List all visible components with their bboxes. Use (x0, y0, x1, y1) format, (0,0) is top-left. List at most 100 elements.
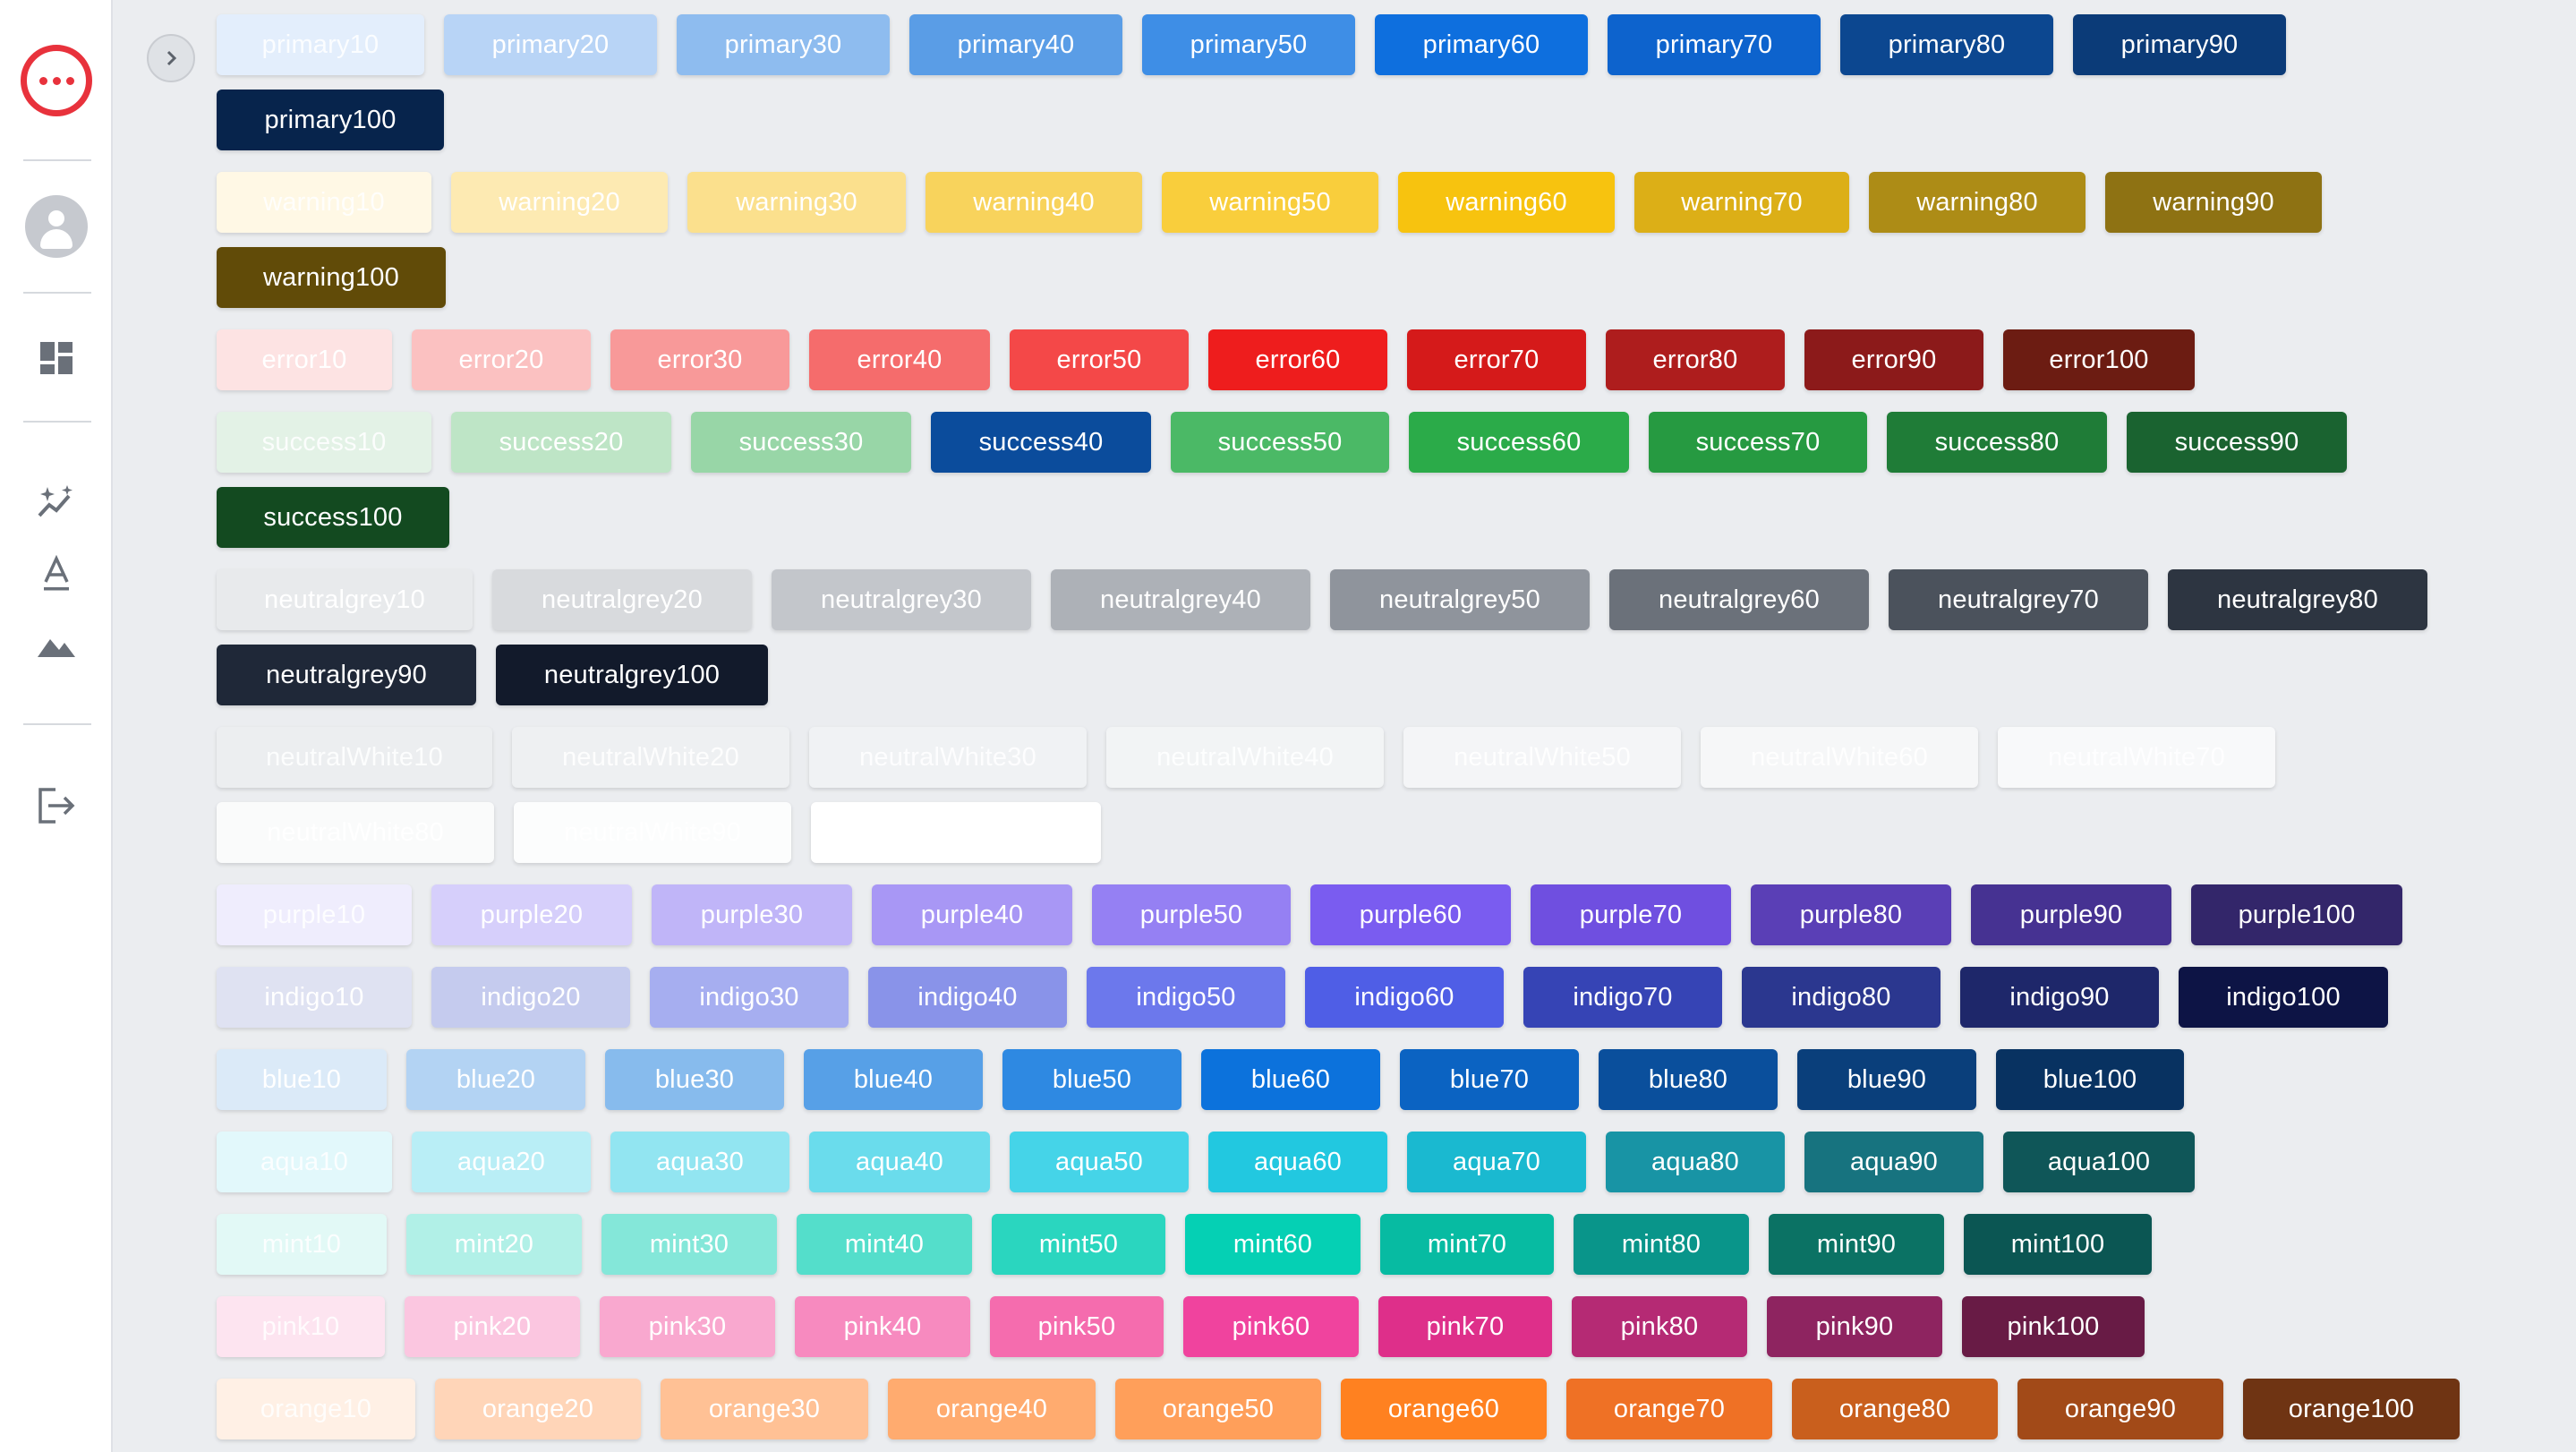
color-chip-aqua90[interactable]: aqua90 (1804, 1132, 1983, 1192)
color-chip-primary70[interactable]: primary70 (1608, 14, 1821, 75)
color-chip-neutralWhite40[interactable]: neutralWhite40 (1106, 727, 1384, 788)
color-chip-neutralWhite30[interactable]: neutralWhite30 (809, 727, 1087, 788)
color-chip-neutralgrey30[interactable]: neutralgrey30 (772, 569, 1031, 630)
color-chip-neutralWhite80[interactable]: neutralWhite80 (217, 802, 494, 863)
color-chip-primary80[interactable]: primary80 (1840, 14, 2053, 75)
color-chip-primary10[interactable]: primary10 (217, 14, 424, 75)
color-chip-success50[interactable]: success50 (1171, 412, 1389, 473)
color-chip-aqua40[interactable]: aqua40 (809, 1132, 990, 1192)
color-chip-error70[interactable]: error70 (1407, 329, 1586, 390)
color-chip-mint90[interactable]: mint90 (1769, 1214, 1944, 1275)
color-chip-purple80[interactable]: purple80 (1751, 884, 1951, 945)
color-chip-orange30[interactable]: orange30 (661, 1379, 868, 1439)
color-chip-indigo100[interactable]: indigo100 (2179, 967, 2388, 1028)
color-chip-indigo60[interactable]: indigo60 (1305, 967, 1504, 1028)
color-chip-error50[interactable]: error50 (1010, 329, 1189, 390)
color-chip-purple20[interactable]: purple20 (431, 884, 632, 945)
color-chip-blue60[interactable]: blue60 (1201, 1049, 1380, 1110)
color-chip-success100[interactable]: success100 (217, 487, 449, 548)
color-chip-warning40[interactable]: warning40 (925, 172, 1142, 233)
color-chip-blue20[interactable]: blue20 (406, 1049, 585, 1110)
color-chip-neutralgrey100[interactable]: neutralgrey100 (496, 645, 768, 705)
color-chip-purple50[interactable]: purple50 (1092, 884, 1291, 945)
color-chip-pink70[interactable]: pink70 (1378, 1296, 1552, 1357)
typography-button[interactable] (0, 555, 113, 593)
insights-button[interactable] (0, 483, 113, 521)
color-chip-neutralWhite90[interactable]: neutralWhite90 (514, 802, 791, 863)
color-chip-mint60[interactable]: mint60 (1185, 1214, 1361, 1275)
color-chip-purple40[interactable]: purple40 (872, 884, 1072, 945)
color-chip-error40[interactable]: error40 (809, 329, 990, 390)
color-chip-success70[interactable]: success70 (1649, 412, 1867, 473)
color-chip-mint50[interactable]: mint50 (992, 1214, 1165, 1275)
color-chip-warning100[interactable]: warning100 (217, 247, 446, 308)
color-chip-primary30[interactable]: primary30 (677, 14, 890, 75)
color-chip-primary60[interactable]: primary60 (1375, 14, 1588, 75)
color-chip-aqua10[interactable]: aqua10 (217, 1132, 392, 1192)
color-chip-aqua60[interactable]: aqua60 (1208, 1132, 1387, 1192)
color-chip-neutralWhite50[interactable]: neutralWhite50 (1403, 727, 1681, 788)
color-chip-neutralgrey70[interactable]: neutralgrey70 (1889, 569, 2148, 630)
color-chip-indigo20[interactable]: indigo20 (431, 967, 630, 1028)
color-chip-aqua70[interactable]: aqua70 (1407, 1132, 1586, 1192)
color-chip-mint40[interactable]: mint40 (797, 1214, 972, 1275)
color-chip-neutralgrey60[interactable]: neutralgrey60 (1609, 569, 1869, 630)
color-chip-orange40[interactable]: orange40 (888, 1379, 1096, 1439)
color-chip-primary40[interactable]: primary40 (909, 14, 1122, 75)
color-chip-indigo80[interactable]: indigo80 (1742, 967, 1941, 1028)
color-chip-orange50[interactable]: orange50 (1115, 1379, 1321, 1439)
color-chip-pink10[interactable]: pink10 (217, 1296, 385, 1357)
color-chip-blue10[interactable]: blue10 (217, 1049, 387, 1110)
color-chip-blue90[interactable]: blue90 (1797, 1049, 1976, 1110)
color-chip-neutralWhite10[interactable]: neutralWhite10 (217, 727, 492, 788)
color-chip-indigo50[interactable]: indigo50 (1087, 967, 1285, 1028)
color-chip-neutralgrey90[interactable]: neutralgrey90 (217, 645, 476, 705)
color-chip-blue50[interactable]: blue50 (1002, 1049, 1181, 1110)
color-chip-neutralgrey80[interactable]: neutralgrey80 (2168, 569, 2427, 630)
color-chip-aqua80[interactable]: aqua80 (1606, 1132, 1785, 1192)
color-chip-neutralWhite70[interactable]: neutralWhite70 (1998, 727, 2275, 788)
sidebar-toggle-button[interactable] (147, 34, 195, 82)
color-chip-blue70[interactable]: blue70 (1400, 1049, 1579, 1110)
color-chip-warning50[interactable]: warning50 (1162, 172, 1378, 233)
color-chip-pink40[interactable]: pink40 (795, 1296, 970, 1357)
color-chip-blue100[interactable]: blue100 (1996, 1049, 2184, 1110)
color-chip-mint10[interactable]: mint10 (217, 1214, 387, 1275)
color-chip-success80[interactable]: success80 (1887, 412, 2107, 473)
dashboard-button[interactable] (0, 340, 113, 376)
color-chip-orange10[interactable]: orange10 (217, 1379, 415, 1439)
color-chip-pink80[interactable]: pink80 (1572, 1296, 1747, 1357)
color-chip-pink20[interactable]: pink20 (405, 1296, 580, 1357)
color-chip-blue30[interactable]: blue30 (605, 1049, 784, 1110)
color-chip-error30[interactable]: error30 (610, 329, 789, 390)
color-chip-primary50[interactable]: primary50 (1142, 14, 1355, 75)
color-chip-error20[interactable]: error20 (412, 329, 591, 390)
color-chip-success20[interactable]: success20 (451, 412, 671, 473)
color-chip-neutralgrey40[interactable]: neutralgrey40 (1051, 569, 1310, 630)
color-chip-success90[interactable]: success90 (2127, 412, 2347, 473)
color-chip-success10[interactable]: success10 (217, 412, 431, 473)
color-chip-orange100[interactable]: orange100 (2243, 1379, 2460, 1439)
color-chip-pink50[interactable]: pink50 (990, 1296, 1164, 1357)
color-chip-neutralWhite60[interactable]: neutralWhite60 (1701, 727, 1978, 788)
color-chip-primary100[interactable]: primary100 (217, 90, 444, 150)
color-chip-orange80[interactable]: orange80 (1792, 1379, 1998, 1439)
color-chip-primary90[interactable]: primary90 (2073, 14, 2286, 75)
color-chip-blue80[interactable]: blue80 (1599, 1049, 1778, 1110)
color-chip-indigo90[interactable]: indigo90 (1960, 967, 2159, 1028)
color-chip-error90[interactable]: error90 (1804, 329, 1983, 390)
color-chip-mint20[interactable]: mint20 (406, 1214, 582, 1275)
color-chip-warning90[interactable]: warning90 (2105, 172, 2322, 233)
color-chip-success30[interactable]: success30 (691, 412, 911, 473)
color-chip-success40[interactable]: success40 (931, 412, 1151, 473)
color-chip-warning30[interactable]: warning30 (687, 172, 906, 233)
profile-button[interactable] (0, 195, 113, 258)
color-chip-aqua20[interactable]: aqua20 (412, 1132, 591, 1192)
color-chip-warning20[interactable]: warning20 (451, 172, 668, 233)
color-chip-orange60[interactable]: orange60 (1341, 1379, 1547, 1439)
color-chip-orange90[interactable]: orange90 (2017, 1379, 2223, 1439)
color-chip-neutralWhite100[interactable]: neutralWhite100 (811, 802, 1101, 863)
color-chip-error10[interactable]: error10 (217, 329, 392, 390)
color-chip-aqua100[interactable]: aqua100 (2003, 1132, 2195, 1192)
color-chip-warning60[interactable]: warning60 (1398, 172, 1615, 233)
